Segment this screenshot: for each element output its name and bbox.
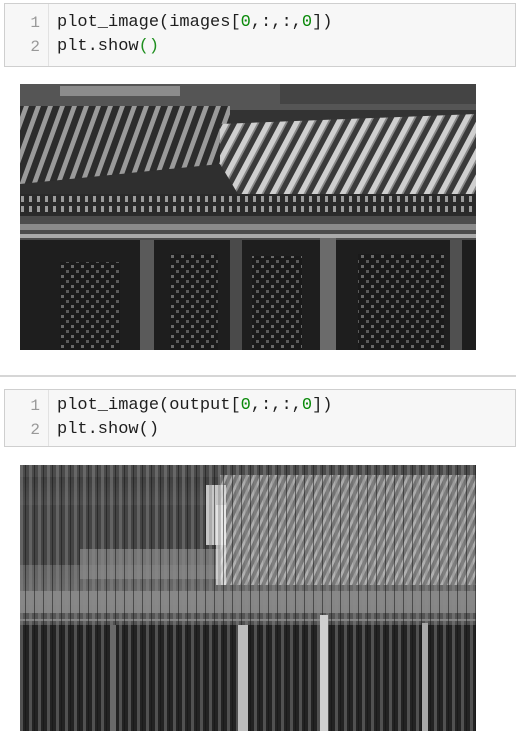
code-line-1[interactable]: plot_image(images[0,:,:,0]) xyxy=(57,11,332,35)
code-input-2[interactable]: 1 2 plot_image(output[0,:,:,0]) plt.show… xyxy=(4,389,516,447)
line-number: 1 xyxy=(30,14,40,32)
code-line-2[interactable]: plt.show() xyxy=(57,418,159,442)
code-bracket: ]) xyxy=(312,13,333,32)
line-number: 1 xyxy=(30,397,40,415)
code-var: images xyxy=(169,13,231,32)
code-bracket: [ xyxy=(230,13,241,32)
code-number: 0 xyxy=(240,396,251,415)
image-icon xyxy=(20,465,476,731)
code-slice: ,:,:, xyxy=(250,396,302,415)
line-number: 2 xyxy=(30,421,40,439)
line-number: 2 xyxy=(30,38,40,56)
code-number: 0 xyxy=(301,13,313,32)
code-fn: plt.show xyxy=(57,37,139,56)
code-number: 0 xyxy=(240,13,251,32)
code-number: 0 xyxy=(301,396,313,415)
cell-frame xyxy=(0,375,516,377)
output-image-convolved xyxy=(20,465,476,731)
code-fn: plt.show xyxy=(57,420,139,439)
notebook-cell-2[interactable]: 1 2 plot_image(output[0,:,:,0]) plt.show… xyxy=(0,375,516,754)
output-image-original xyxy=(20,84,476,350)
image-icon xyxy=(20,84,476,350)
code-line-2[interactable]: plt.show() xyxy=(57,35,159,59)
line-number-gutter: 1 2 xyxy=(5,390,49,446)
code-bracket: ]) xyxy=(312,396,333,415)
code-fn: plot_image( xyxy=(57,13,170,32)
code-bracket: [ xyxy=(230,396,241,415)
code-line-1[interactable]: plot_image(output[0,:,:,0]) xyxy=(57,394,332,418)
code-parens: () xyxy=(138,420,160,439)
code-input-1[interactable]: 1 2 plot_image(images[0,:,:,0]) plt.show… xyxy=(4,3,516,67)
code-slice: ,:,:, xyxy=(250,13,302,32)
code-parens: () xyxy=(138,37,160,56)
code-fn: plot_image( xyxy=(57,396,170,415)
code-var: output xyxy=(169,396,231,415)
line-number-gutter: 1 2 xyxy=(5,4,49,66)
notebook-cell-1[interactable]: 1 2 plot_image(images[0,:,:,0]) plt.show… xyxy=(0,0,516,370)
